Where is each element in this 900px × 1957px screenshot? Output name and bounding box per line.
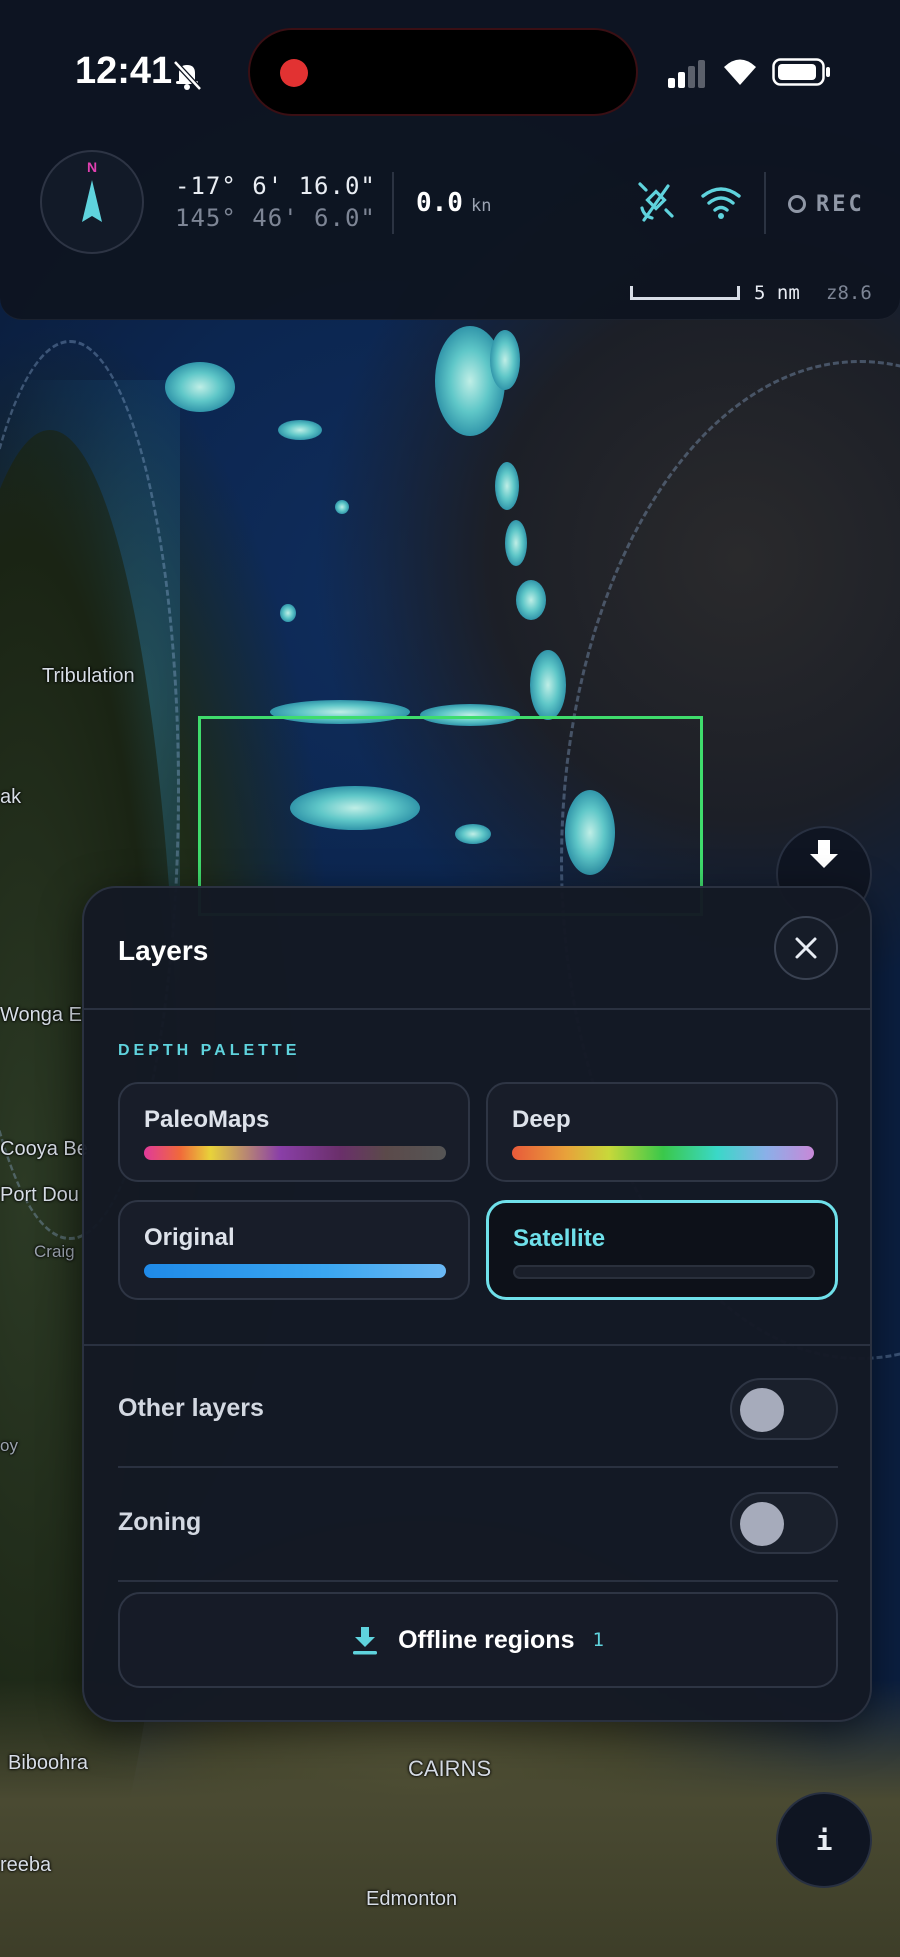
toggle-knob [740,1502,784,1546]
map-reef [490,330,520,390]
scale-bar [630,286,740,300]
palette-name: PaleoMaps [144,1106,270,1133]
toggle-knob [740,1388,784,1432]
divider [118,1580,838,1582]
depth-palette-label: DEPTH PALETTE [118,1042,301,1059]
speed-unit: kn [470,196,492,216]
position-readout: -17° 6' 16.0" 145° 46' 6.0" [175,172,376,232]
map-place-label: Tribulation [42,665,135,687]
layers-panel: Layers DEPTH PALETTE PaleoMaps Deep Orig… [82,886,872,1722]
info-button[interactable]: i [776,1792,872,1888]
map-reef [278,420,322,440]
layers-header: Layers [84,888,870,1010]
other-layers-toggle[interactable] [730,1378,838,1440]
palette-name: Original [144,1224,235,1251]
palette-gradient [144,1146,446,1160]
zoom-level: z8.6 [826,282,872,304]
latitude-value: -17° 6' 16.0" [175,172,376,200]
compass-button[interactable]: N [40,150,144,254]
divider [764,172,766,234]
dynamic-island [248,28,638,116]
map-place-label: Craig [34,1242,75,1261]
map-place-label: ak [0,786,22,808]
map-place-label: Wonga E [0,1004,82,1026]
bell-slash-icon [173,60,202,91]
compass-arrow-icon: N [82,159,102,222]
palette-gradient [513,1265,815,1279]
speed-value: 0.0 [416,188,463,218]
wifi-icon[interactable] [700,184,742,220]
palette-gradient [512,1146,814,1160]
map-place-label: Cooya Be [0,1138,88,1160]
divider [84,1344,870,1346]
zoning-toggle[interactable] [730,1492,838,1554]
record-label: REC [816,192,865,217]
palette-option-satellite[interactable]: Satellite [486,1200,838,1300]
offline-regions-label: Offline regions [398,1625,575,1654]
battery-icon [772,58,830,86]
palette-option-deep[interactable]: Deep [486,1082,838,1182]
download-icon [353,1627,378,1655]
palette-gradient [144,1264,446,1278]
offline-regions-button[interactable]: Offline regions 1 [118,1592,838,1688]
map-place-label: reeba [0,1854,52,1876]
scale-label: 5 nm [754,282,800,304]
status-time: 12:41 [75,50,173,92]
speed-readout: 0.0 kn [416,188,491,218]
other-layers-label: Other layers [118,1394,264,1422]
zoning-label: Zoning [118,1508,202,1536]
satellite-off-icon[interactable] [636,180,676,224]
map-reef [530,650,566,720]
map-place-label: CAIRNS [408,1756,492,1781]
map-reef [505,520,527,566]
map-reef [495,462,519,510]
compass-north-label: N [87,159,97,175]
download-arrow-icon [810,840,838,868]
longitude-value: 145° 46' 6.0" [175,204,376,232]
map-place-label: Biboohra [8,1752,89,1774]
close-icon [795,937,817,959]
palette-name: Deep [512,1106,571,1133]
close-button[interactable] [774,916,838,980]
layers-title: Layers [118,935,209,966]
offline-regions-count: 1 [592,1629,604,1651]
palette-option-paleomaps[interactable]: PaleoMaps [118,1082,470,1182]
map-place-label: Edmonton [366,1888,458,1910]
status-bar: 12:41 [0,0,900,130]
map-reef [516,580,546,620]
map-reef [280,604,296,622]
map-place-label: oy [0,1436,18,1455]
record-ring-icon [788,195,806,213]
palette-option-original[interactable]: Original [118,1200,470,1300]
palette-name: Satellite [513,1225,606,1252]
divider [118,1466,838,1468]
map-place-label: Port Dou [0,1184,79,1206]
map-reef [335,500,349,514]
cellular-signal-icon [668,60,705,88]
record-button[interactable]: REC [788,192,865,217]
map-reef [165,362,235,412]
wifi-icon [724,59,756,85]
divider [392,172,394,234]
record-dot-icon [280,59,308,87]
